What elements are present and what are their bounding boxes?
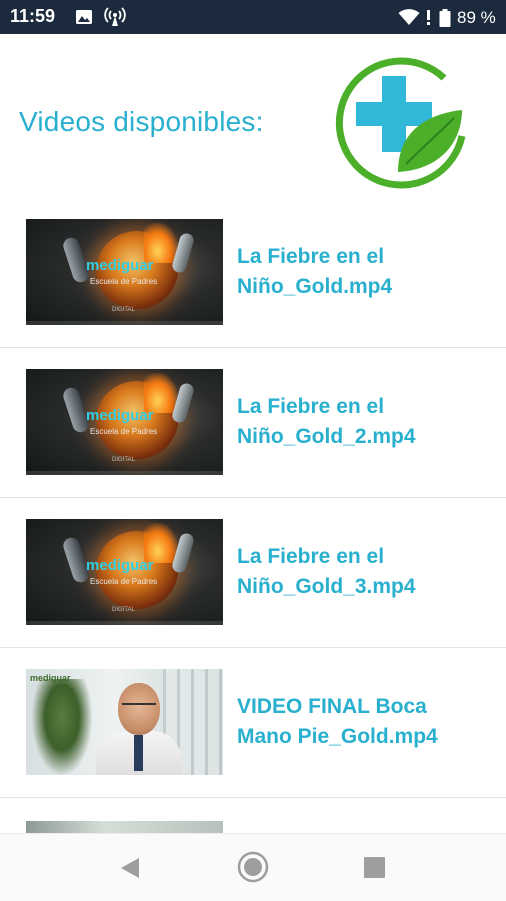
- antenna-icon: [104, 7, 126, 32]
- medical-cross-leaf-logo-icon: [326, 52, 470, 190]
- photo-icon: [76, 10, 92, 29]
- thumb-brand: mediguar: [86, 407, 154, 424]
- plant-image: [32, 679, 92, 775]
- video-title[interactable]: VIDEO FINAL Boca Mano Pie_Gold.mp4: [237, 692, 487, 752]
- thumb-caption: DIGITAL: [112, 457, 135, 463]
- thumb-subtitle: Escuela de Padres: [90, 427, 158, 436]
- video-item-3[interactable]: mediguar Escuela de Padres DIGITAL La Fi…: [0, 498, 506, 648]
- home-icon[interactable]: [237, 851, 269, 888]
- battery-percent: 89 %: [457, 8, 496, 27]
- thumb-subtitle: Escuela de Padres: [90, 277, 158, 286]
- wifi-icon: [398, 9, 420, 31]
- video-title[interactable]: La Fiebre en el Niño_Gold_3.mp4: [237, 542, 487, 602]
- video-title[interactable]: La Fiebre en el Niño_Gold_2.mp4: [237, 392, 487, 452]
- video-title[interactable]: La Fiebre en el Niño_Gold.mp4: [237, 242, 487, 302]
- video-thumbnail-partial[interactable]: [26, 821, 223, 833]
- video-list: mediguar Escuela de Padres DIGITAL La Fi…: [0, 198, 506, 798]
- recents-icon[interactable]: [364, 857, 385, 878]
- battery-icon: [439, 9, 451, 32]
- navigation-bar: [0, 833, 506, 901]
- thumb-caption: DIGITAL: [112, 607, 135, 613]
- video-thumbnail[interactable]: mediguar Escuela de Padres DIGITAL: [26, 369, 223, 475]
- thumb-brand: mediguar: [86, 557, 154, 574]
- thumb-caption: DIGITAL: [112, 307, 135, 313]
- video-thumbnail[interactable]: mediguar: [26, 669, 223, 775]
- no-sim-icon: [424, 9, 434, 31]
- video-thumbnail[interactable]: mediguar Escuela de Padres DIGITAL: [26, 219, 223, 325]
- video-item-1[interactable]: mediguar Escuela de Padres DIGITAL La Fi…: [0, 198, 506, 348]
- divider: [0, 797, 506, 798]
- page-title: Videos disponibles:: [19, 106, 264, 137]
- status-time: 11:59: [10, 6, 56, 26]
- thumb-brand: mediguar: [30, 673, 71, 683]
- video-item-4[interactable]: mediguar VIDEO FINAL Boca Mano Pie_Gold.…: [0, 648, 506, 798]
- thumb-subtitle: Escuela de Padres: [90, 577, 158, 586]
- status-bar: 11:59 89 %: [0, 0, 506, 34]
- video-item-2[interactable]: mediguar Escuela de Padres DIGITAL La Fi…: [0, 348, 506, 498]
- back-icon[interactable]: [119, 856, 141, 885]
- thumb-brand: mediguar: [86, 257, 154, 274]
- video-thumbnail[interactable]: mediguar Escuela de Padres DIGITAL: [26, 519, 223, 625]
